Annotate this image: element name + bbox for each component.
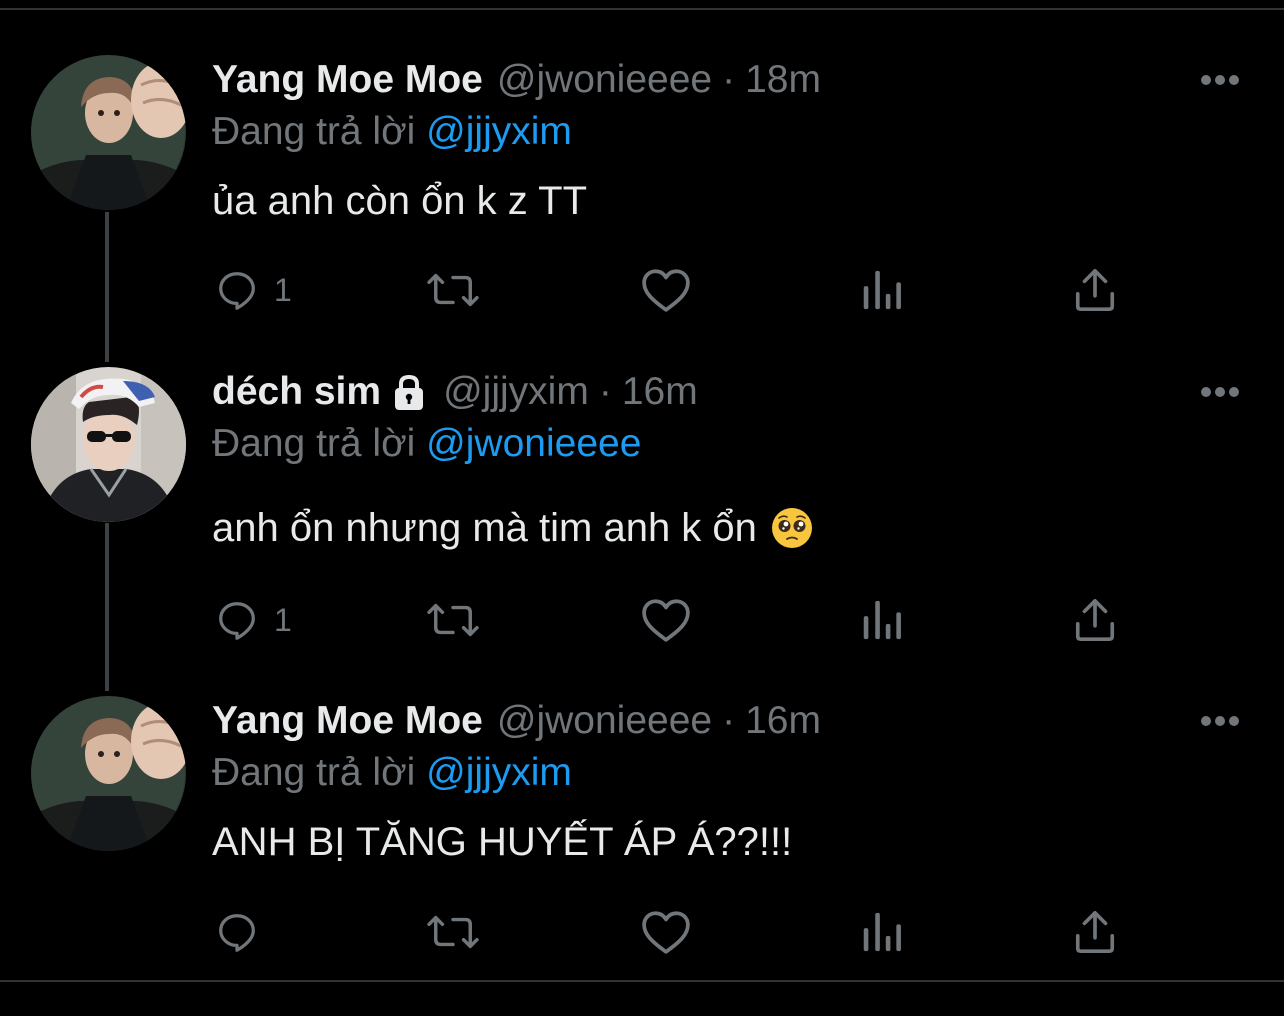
reply-count: 1 [274,601,292,638]
timestamp[interactable]: 16m [745,696,821,746]
pleading-face-emoji [771,508,812,548]
username[interactable]: @jjjyxim [443,367,589,417]
separator-dot: · [722,699,736,742]
replying-to-label: Đang trả lời [212,751,416,794]
separator-dot: · [598,370,612,413]
analytics-icon [863,912,901,952]
tweet-text: ANH BỊ TĂNG HUYẾT ÁP Á??!!! [212,817,792,867]
replying-to: Đang trả lời @jjjyxim [212,107,572,157]
username[interactable]: @jwonieeee [497,696,712,746]
analytics-button[interactable] [859,260,903,320]
tweet-text: ủa anh còn ổn k z TT [212,176,587,226]
share-icon [1075,599,1115,641]
like-icon [642,269,690,312]
replying-to-label: Đang trả lời [212,422,416,465]
reply-icon [219,914,255,952]
retweet-button[interactable] [426,260,480,320]
retweet-button[interactable] [426,590,480,650]
replying-to-handle[interactable]: @jjjyxim [426,751,572,794]
lock-icon [395,374,424,410]
display-name[interactable]: Yang Moe Moe [212,696,483,746]
like-button[interactable] [641,902,691,962]
more-icon[interactable] [1198,65,1242,95]
reply-count: 1 [274,271,292,308]
share-button[interactable] [1073,590,1117,650]
reply-icon [219,272,255,310]
retweet-icon [427,603,479,637]
reply-button[interactable] [214,902,274,962]
more-icon[interactable] [1198,706,1242,736]
share-icon [1075,911,1115,953]
analytics-icon [863,270,901,310]
tweet-header: déch sim @jjjyxim · 16m [212,367,698,417]
analytics-button[interactable] [859,590,903,650]
share-icon [1075,269,1115,311]
retweet-button[interactable] [426,902,480,962]
more-icon[interactable] [1198,377,1242,407]
tweet-text-content: anh ổn nhưng mà tim anh k ổn [212,506,757,550]
username[interactable]: @jwonieeee [497,55,712,105]
like-button[interactable] [641,590,691,650]
replying-to-handle[interactable]: @jjjyxim [426,110,572,153]
reply-button[interactable]: 1 [214,260,292,320]
timestamp[interactable]: 18m [745,55,821,105]
like-icon [642,599,690,642]
avatar[interactable] [31,367,186,522]
tweet-header: Yang Moe Moe @jwonieeee · 18m [212,55,821,105]
bottom-divider [0,980,1284,982]
separator-dot: · [722,58,736,101]
analytics-icon [863,600,901,640]
tweet[interactable]: déch sim @jjjyxim · 16m Đang trả lời @jw… [0,367,1284,687]
display-name[interactable]: Yang Moe Moe [212,55,483,105]
display-name[interactable]: déch sim [212,367,381,417]
reply-button[interactable]: 1 [214,590,292,650]
share-button[interactable] [1073,260,1117,320]
replying-to-label: Đang trả lời [212,110,416,153]
tweet-text: anh ổn nhưng mà tim anh k ổn [212,503,813,553]
tweet-header: Yang Moe Moe @jwonieeee · 16m [212,696,821,746]
replying-to: Đang trả lời @jjjyxim [212,748,572,798]
tweet-actions [0,902,1284,962]
tweet-actions: 1 [0,260,1284,320]
retweet-icon [427,915,479,949]
like-icon [642,911,690,954]
retweet-icon [427,273,479,307]
share-button[interactable] [1073,902,1117,962]
tweet-text-content: ANH BỊ TĂNG HUYẾT ÁP Á??!!! [212,820,793,864]
timestamp[interactable]: 16m [622,367,698,417]
like-button[interactable] [641,260,691,320]
analytics-button[interactable] [859,902,903,962]
avatar[interactable] [31,55,186,210]
tweet[interactable]: Yang Moe Moe @jwonieeee · 16m Đang trả l… [0,696,1284,1016]
replying-to: Đang trả lời @jwonieeee [212,419,641,469]
avatar[interactable] [31,696,186,851]
tweet-text-content: ủa anh còn ổn k z TT [212,179,588,223]
replying-to-handle[interactable]: @jwonieeee [426,422,641,465]
top-divider [0,0,1284,10]
tweet-actions: 1 [0,590,1284,650]
reply-icon [219,602,255,640]
tweet[interactable]: Yang Moe Moe @jwonieeee · 18m Đang trả l… [0,55,1284,375]
